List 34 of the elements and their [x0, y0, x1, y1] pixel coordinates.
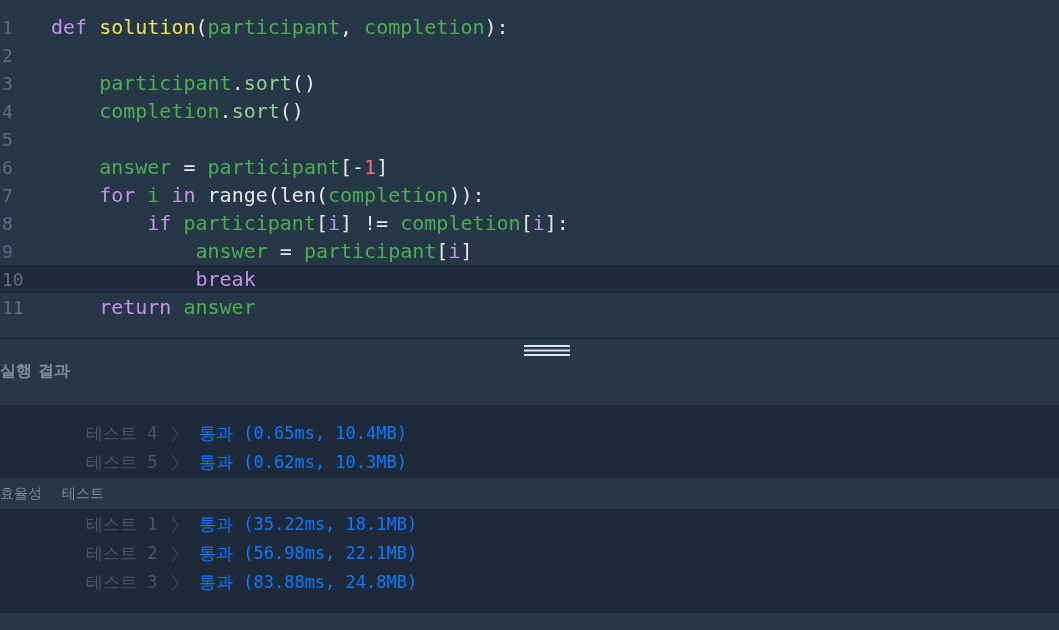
section-label: 테스트 — [62, 484, 104, 503]
code-line: completion.sort() — [98, 98, 304, 125]
line-number: 11 — [2, 295, 24, 320]
line-number: 6 — [2, 155, 13, 180]
test-result: 통과 (0.62ms, 10.3MB) — [199, 450, 407, 474]
chevron-icon — [170, 452, 180, 473]
code-line: break — [194, 266, 256, 293]
line-number: 9 — [2, 239, 13, 264]
code-line: answer = participant[i] — [194, 238, 473, 265]
test-result: 통과 (56.98ms, 22.1MB) — [199, 541, 418, 565]
chevron-icon — [170, 572, 180, 593]
test-result: 통과 (83.88ms, 24.8MB) — [199, 570, 418, 594]
chevron-icon — [170, 423, 180, 444]
code-line: return answer — [98, 294, 256, 321]
line-number: 4 — [2, 99, 13, 124]
code-line: for i in range(len(completion)): — [98, 182, 485, 209]
chevron-icon — [170, 543, 180, 564]
line-number: 2 — [2, 43, 13, 68]
code-line: if participant[i] != completion[i]: — [146, 210, 569, 237]
code-line: participant.sort() — [98, 70, 316, 97]
line-number: 3 — [2, 71, 13, 96]
section-label: 효율성 — [0, 484, 42, 503]
resize-handle-icon[interactable] — [524, 344, 570, 357]
chevron-icon — [170, 514, 180, 535]
code-line: def solution(participant, completion): — [51, 14, 509, 41]
test-result: 통과 (35.22ms, 18.1MB) — [199, 512, 418, 536]
line-number: 8 — [2, 211, 13, 236]
line-number: 1 — [2, 15, 13, 40]
output-title: 실행 결과 — [0, 360, 70, 382]
code-line: answer = participant[-1] — [98, 154, 389, 181]
line-number: 7 — [2, 183, 13, 208]
line-number: 5 — [2, 127, 13, 152]
test-result: 통과 (0.65ms, 10.4MB) — [199, 421, 407, 445]
line-number: 10 — [2, 267, 24, 292]
